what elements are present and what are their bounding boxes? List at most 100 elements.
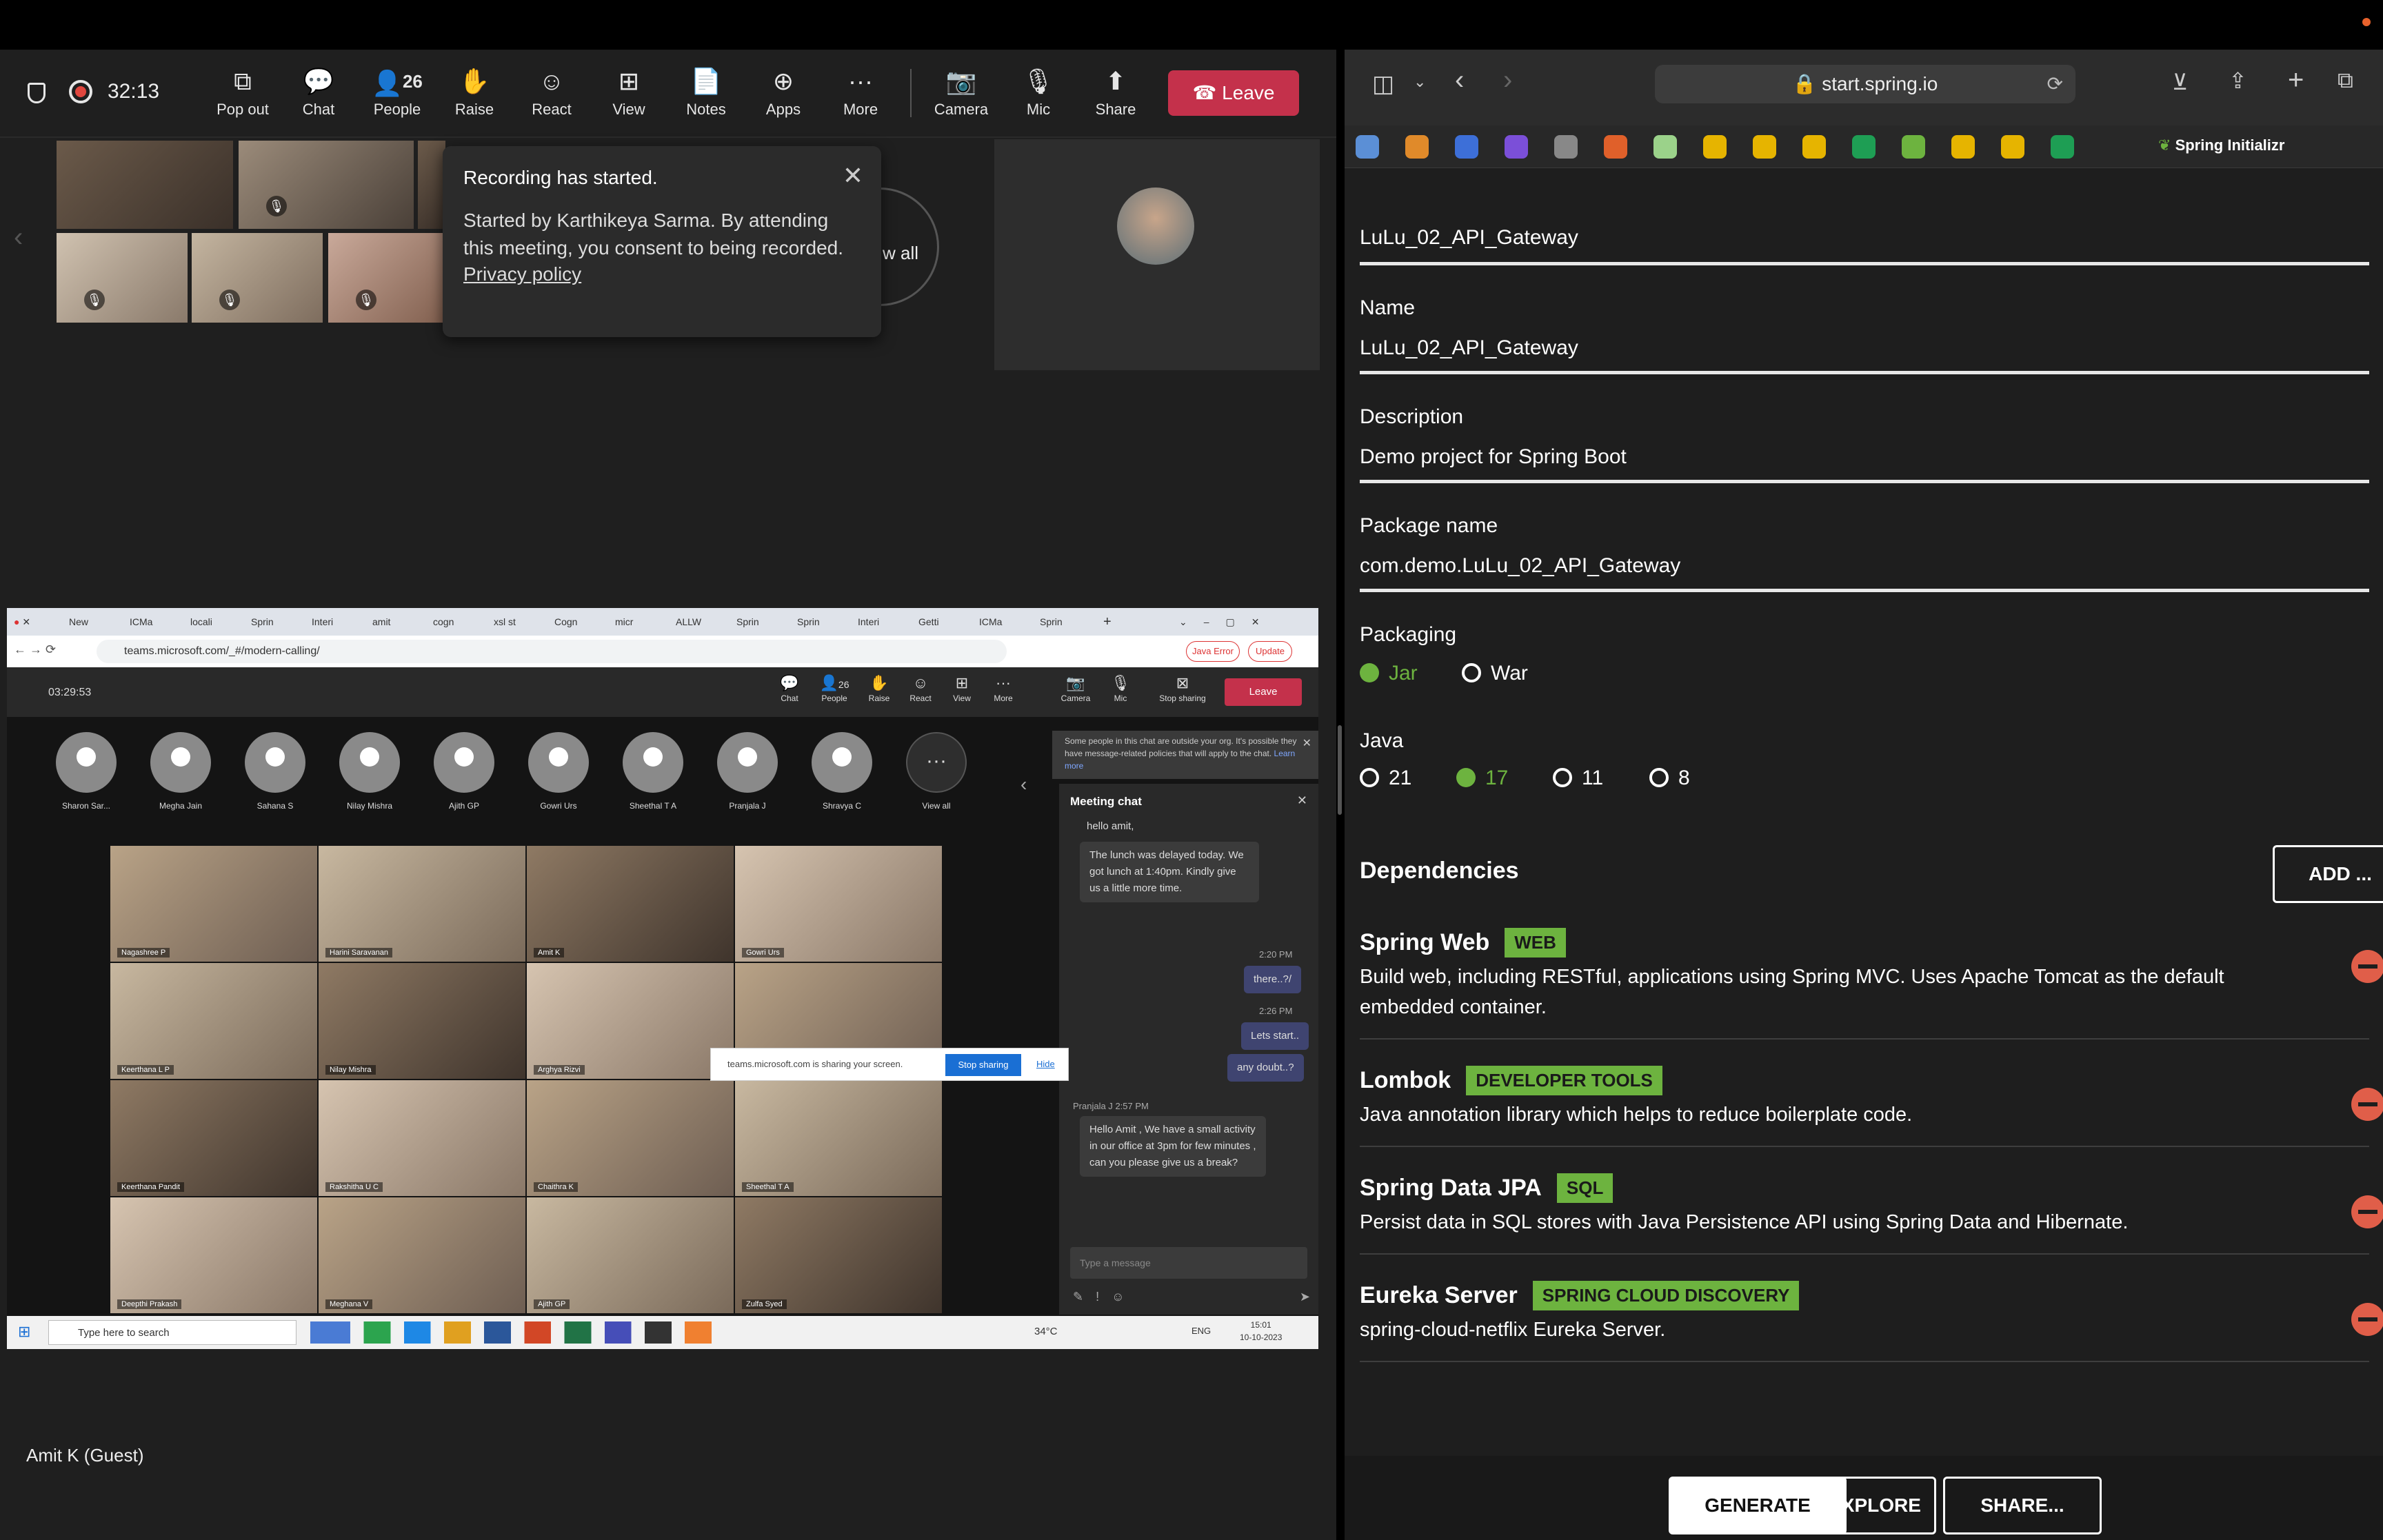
favorite-icon[interactable] [1356, 135, 1379, 159]
inner-react-button[interactable]: ☺ React [903, 674, 938, 703]
chevron-left-icon[interactable]: ‹ [14, 222, 23, 253]
chat-button[interactable]: 💬 Chat [290, 65, 348, 134]
active-tab[interactable]: ❦ Spring Initializr [2158, 136, 2284, 154]
browser-tab[interactable]: Cogn [554, 612, 612, 631]
participant-avatar[interactable]: Sahana S [237, 732, 313, 811]
packaging-war-radio[interactable]: War [1462, 662, 1528, 685]
browser-tab[interactable]: locali [190, 612, 248, 631]
chevron-down-icon[interactable]: ⌄ [1414, 73, 1426, 91]
inner-view-button[interactable]: ⊞ View [945, 674, 979, 703]
remove-dependency-icon[interactable] [2351, 1195, 2383, 1228]
participant-avatar[interactable]: Megha Jain [143, 732, 219, 811]
leave-button[interactable]: ☎ Leave [1168, 70, 1299, 116]
inner-people-button[interactable]: 👤26 People [814, 674, 855, 703]
remove-dependency-icon[interactable] [2351, 950, 2383, 983]
raise-button[interactable]: ✋ Raise [443, 65, 506, 134]
browser-tab[interactable]: Sprin [1040, 612, 1098, 631]
browser-tab[interactable]: micr [615, 612, 673, 631]
url-field[interactable]: teams.microsoft.com/_#/modern-calling/ [97, 640, 1007, 663]
privacy-policy-link[interactable]: Privacy policy [463, 263, 861, 285]
favorite-icon[interactable] [1703, 135, 1727, 159]
participant-avatar[interactable]: ··· View all [898, 732, 974, 811]
mic-button[interactable]: 🎙 Mic [1007, 65, 1070, 134]
hide-link[interactable]: Hide [1036, 1048, 1055, 1080]
java-11-radio[interactable]: 11 [1553, 767, 1603, 790]
browser-tab[interactable]: Sprin [736, 612, 794, 631]
taskbar-search[interactable]: Type here to search [48, 1320, 296, 1345]
package-name-field[interactable]: com.demo.LuLu_02_API_Gateway [1360, 554, 1680, 578]
participant-avatar[interactable]: Sharon Sar... [48, 732, 124, 811]
back-icon[interactable]: ‹ [1455, 65, 1464, 96]
more-button[interactable]: ··· More [827, 65, 894, 134]
participant-avatar[interactable]: Sheethal T A [615, 732, 691, 811]
popout-button[interactable]: ⧉ Pop out [210, 65, 276, 134]
favorite-icon[interactable] [1455, 135, 1478, 159]
new-tab-icon[interactable]: + [1103, 612, 1112, 631]
participant-avatar[interactable]: Ajith GP [426, 732, 502, 811]
reload-icon[interactable]: ⟳ [2047, 65, 2063, 103]
windows-start-icon[interactable]: ⊞ [18, 1323, 30, 1341]
java-error-badge[interactable]: Java Error [1186, 641, 1240, 662]
favorite-icon[interactable] [1405, 135, 1429, 159]
name-field[interactable]: LuLu_02_API_Gateway [1360, 336, 1578, 360]
browser-tab[interactable]: Sprin [251, 612, 309, 631]
participant-avatar[interactable]: Pranjala J [710, 732, 785, 811]
share-icon[interactable]: ⇪ [2229, 68, 2247, 94]
inner-chat-button[interactable]: 💬 Chat [772, 674, 807, 703]
share-button[interactable]: ⬆ Share [1083, 65, 1149, 134]
address-field[interactable]: 🔒 start.spring.io ⟳ [1655, 65, 2075, 103]
split-divider[interactable] [1336, 50, 1345, 1540]
add-dependencies-button[interactable]: ADD ... [2273, 845, 2383, 903]
participant-avatar[interactable]: Nilay Mishra [332, 732, 408, 811]
browser-tab[interactable]: ICMa [979, 612, 1037, 631]
update-button[interactable]: Update [1248, 641, 1292, 662]
java-21-radio[interactable]: 21 [1360, 767, 1411, 790]
browser-tab[interactable]: ICMa [130, 612, 188, 631]
inner-camera-button[interactable]: 📷 Camera [1055, 674, 1096, 703]
sidebar-icon[interactable]: ◫ [1372, 70, 1394, 98]
browser-tab[interactable]: Sprin [797, 612, 855, 631]
chat-input[interactable]: Type a message [1070, 1247, 1307, 1279]
forward-icon[interactable]: › [1503, 65, 1512, 96]
send-icon[interactable]: ➤ [1300, 1290, 1310, 1304]
chat-tools[interactable]: ✎!☺ [1073, 1290, 1136, 1304]
remove-dependency-icon[interactable] [2351, 1088, 2383, 1121]
new-tab-icon[interactable]: + [2288, 65, 2304, 96]
favorite-icon[interactable] [2001, 135, 2024, 159]
view-button[interactable]: ⊞ View [596, 65, 662, 134]
favorite-icon[interactable] [1554, 135, 1578, 159]
browser-tab[interactable]: New [69, 612, 127, 631]
browser-tab[interactable]: Interi [312, 612, 370, 631]
java-17-radio[interactable]: 17 [1456, 767, 1508, 790]
close-icon[interactable]: ✕ [843, 161, 863, 190]
camera-button[interactable]: 📷 Camera [925, 65, 997, 134]
close-icon[interactable]: ✕ [1297, 793, 1307, 808]
favorite-icon[interactable] [1951, 135, 1975, 159]
explore-button[interactable]: EXPLORE [1813, 1477, 1936, 1534]
inner-raise-button[interactable]: ✋ Raise [862, 674, 896, 703]
artifact-field[interactable]: LuLu_02_API_Gateway [1360, 226, 1578, 250]
description-field[interactable]: Demo project for Spring Boot [1360, 445, 1627, 469]
favorite-icon[interactable] [1604, 135, 1627, 159]
browser-tab[interactable]: amit [372, 612, 430, 631]
notes-button[interactable]: 📄 Notes [673, 65, 739, 134]
favorite-icon[interactable] [1653, 135, 1677, 159]
tabs-overview-icon[interactable]: ⧉ [2337, 68, 2353, 94]
share-button[interactable]: SHARE... [1943, 1477, 2102, 1534]
close-icon[interactable]: ✕ [1303, 738, 1311, 750]
inner-more-button[interactable]: ··· More [986, 674, 1020, 703]
favorite-icon[interactable] [2051, 135, 2074, 159]
taskbar-apps[interactable] [310, 1321, 979, 1344]
browser-tab[interactable]: ALLW [676, 612, 734, 631]
packaging-jar-radio[interactable]: Jar [1360, 662, 1418, 685]
favorite-icon[interactable] [1902, 135, 1925, 159]
participant-avatar[interactable]: Gowri Urs [521, 732, 596, 811]
favorite-icon[interactable] [1753, 135, 1776, 159]
inner-mic-button[interactable]: 🎙 Mic [1103, 674, 1138, 703]
people-button[interactable]: 👤26 People [365, 65, 429, 134]
java-8-radio[interactable]: 8 [1649, 767, 1690, 790]
favorite-icon[interactable] [1802, 135, 1826, 159]
participant-avatar[interactable]: Shravya C [804, 732, 880, 811]
view-all-link[interactable]: w all [883, 243, 918, 264]
download-icon[interactable]: ⊻ [2172, 69, 2188, 95]
